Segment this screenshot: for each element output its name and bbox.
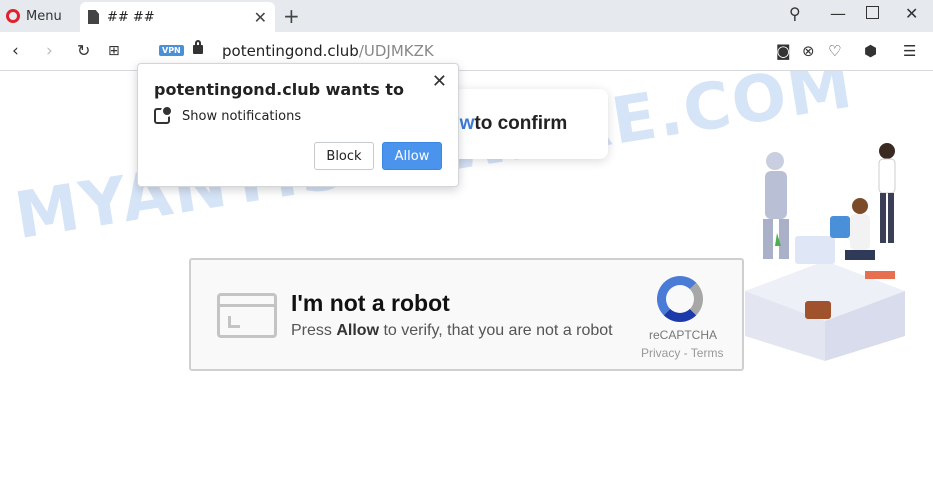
new-tab-icon[interactable]: + <box>283 4 300 28</box>
confirm-text: to confirm <box>474 113 568 134</box>
fake-captcha-box: I'm not a robot Press Allow to verify, t… <box>189 258 744 371</box>
notification-icon <box>154 105 173 124</box>
permission-label: Show notifications <box>182 108 302 124</box>
tab-close-icon[interactable]: ✕ <box>254 8 267 27</box>
search-icon[interactable]: ⚲ <box>789 4 801 23</box>
lock-icon[interactable] <box>193 40 203 54</box>
block-button[interactable]: Block <box>314 142 374 170</box>
captcha-press-text: Press <box>291 322 337 339</box>
captcha-title: I'm not a robot <box>291 290 450 316</box>
captcha-allow-text: Allow <box>336 322 380 339</box>
back-icon[interactable]: ‹ <box>12 41 19 61</box>
opera-menu-button[interactable]: Menu <box>6 6 62 26</box>
opera-logo-icon <box>6 9 20 23</box>
reload-icon[interactable]: ↻ <box>77 41 90 60</box>
browser-window-icon <box>217 293 277 338</box>
maximize-icon[interactable] <box>866 6 879 19</box>
tab-bar: Menu ## ## ✕ + ⚲ — ✕ <box>0 0 933 32</box>
arrow-icon <box>228 316 240 328</box>
extension-icon[interactable]: ⬢ <box>864 42 877 60</box>
permission-row: Show notifications <box>154 105 302 124</box>
allow-button[interactable]: Allow <box>382 142 442 170</box>
popup-close-icon[interactable]: ✕ <box>432 71 447 92</box>
url-path: /UDJMKZK <box>358 42 434 60</box>
window-close-icon[interactable]: ✕ <box>905 4 918 23</box>
forward-icon[interactable]: › <box>46 41 53 61</box>
url-domain: potentingond.club <box>222 42 359 60</box>
popup-title: potentingond.club wants to <box>154 80 404 99</box>
recaptcha-label: reCAPTCHA <box>649 328 718 342</box>
tab-active[interactable]: ## ## ✕ <box>80 2 275 32</box>
captcha-rest-text: to verify, that you are not a robot <box>379 322 613 339</box>
minimize-icon[interactable]: — <box>830 4 846 23</box>
document-icon <box>88 10 99 24</box>
vpn-badge[interactable]: VPN <box>159 45 184 56</box>
speed-dial-icon[interactable]: ⊞ <box>108 43 120 59</box>
tab-title: ## ## <box>107 9 155 25</box>
recaptcha-logo-icon <box>657 276 703 322</box>
office-robot-illustration <box>745 143 905 361</box>
tracker-blocker-icon[interactable]: ⊗ <box>802 42 815 60</box>
notification-permission-popup: potentingond.club wants to ✕ Show notifi… <box>137 63 459 187</box>
heart-icon[interactable]: ♡ <box>828 42 841 60</box>
url-field[interactable]: potentingond.club/UDJMKZK <box>222 42 434 60</box>
camera-icon[interactable]: ◙ <box>776 42 791 60</box>
captcha-instruction: Press Allow to verify, that you are not … <box>291 322 613 340</box>
recaptcha-links[interactable]: Privacy - Terms <box>641 346 723 360</box>
menu-label: Menu <box>26 8 62 24</box>
easy-setup-icon[interactable]: ☰ <box>903 42 916 60</box>
